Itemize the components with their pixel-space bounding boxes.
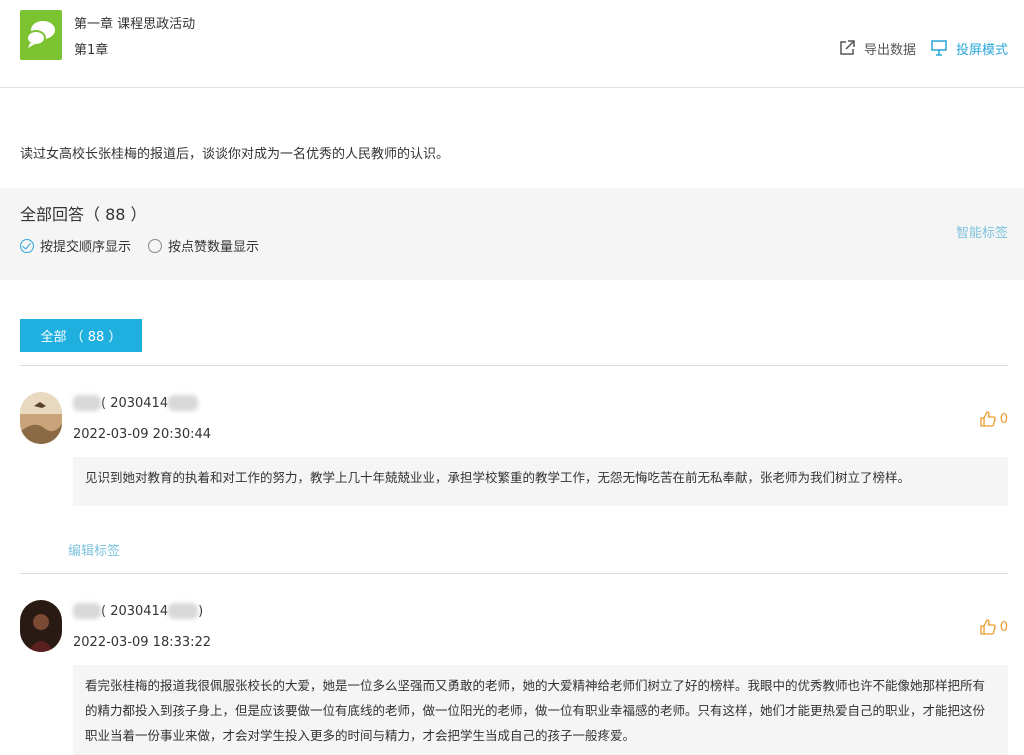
export-data-label: 导出数据 (864, 42, 917, 58)
answer-content: 看完张桂梅的报道我很佩服张校长的大爱，她是一位多么坚强而又勇敢的老师，她的大爱精… (73, 665, 1008, 755)
divider (20, 365, 1008, 366)
blurred-id (168, 395, 199, 411)
author-name: ( 2030414 ) (73, 603, 203, 619)
export-icon (840, 40, 855, 55)
answer-timestamp: 2022-03-09 18:33:22 (73, 635, 212, 650)
student-id: ( 2030414 (101, 395, 169, 411)
sort-by-likes-radio[interactable]: 按点赞数量显示 (148, 236, 259, 255)
student-id-close: ) (198, 603, 204, 619)
answer-timestamp: 2022-03-09 20:30:44 (73, 427, 212, 442)
radio-checked-icon (20, 238, 34, 253)
avatar (20, 600, 62, 652)
radio-unchecked-icon (148, 238, 162, 253)
filter-tab-all[interactable]: 全部 （ 88 ） (20, 319, 142, 352)
author-name: ( 2030414 (73, 395, 199, 411)
avatar (20, 392, 62, 444)
student-id: ( 2030414 (101, 603, 169, 619)
edit-tag-link[interactable]: 编辑标签 (68, 540, 120, 559)
smart-tag-link[interactable]: 智能标签 (956, 222, 1008, 241)
chapter-subtitle: 第1章 (74, 43, 109, 58)
thumbs-up-icon (980, 619, 996, 635)
export-data-button[interactable]: 导出数据 (838, 38, 916, 58)
divider (20, 573, 1008, 574)
thumbs-up-icon (980, 411, 996, 427)
projector-screen-icon (931, 40, 947, 56)
blurred-id (168, 603, 199, 619)
screen-mode-label: 投屏模式 (956, 42, 1009, 58)
like-button[interactable]: 0 (979, 618, 1008, 636)
screen-mode-button[interactable]: 投屏模式 (930, 38, 1008, 58)
chat-bubbles-logo-icon (20, 10, 62, 60)
page-header: 第一章 课程思政活动 第1章 导出数据 投屏模式 (0, 0, 1024, 88)
answers-summary-panel: 全部回答（ 88 ） 按提交顺序显示 按点赞数量显示 智能标签 (0, 188, 1024, 280)
answers-count-heading: 全部回答（ 88 ） (20, 205, 147, 224)
blurred-name (73, 603, 101, 619)
sort-by-submit-label: 按提交顺序显示 (40, 240, 132, 255)
blurred-name (73, 395, 101, 411)
question-text: 读过女高校长张桂梅的报道后，谈谈你对成为一名优秀的人民教师的认识。 (20, 147, 450, 162)
like-count: 0 (999, 619, 1008, 635)
chapter-title: 第一章 课程思政活动 (74, 17, 196, 32)
answer-content: 见识到她对教育的执着和对工作的努力，教学上几十年兢兢业业，承担学校繁重的教学工作… (73, 457, 1008, 506)
sort-by-submit-radio[interactable]: 按提交顺序显示 (20, 236, 131, 255)
sort-by-likes-label: 按点赞数量显示 (168, 240, 260, 255)
like-count: 0 (999, 411, 1008, 427)
like-button[interactable]: 0 (979, 410, 1008, 428)
